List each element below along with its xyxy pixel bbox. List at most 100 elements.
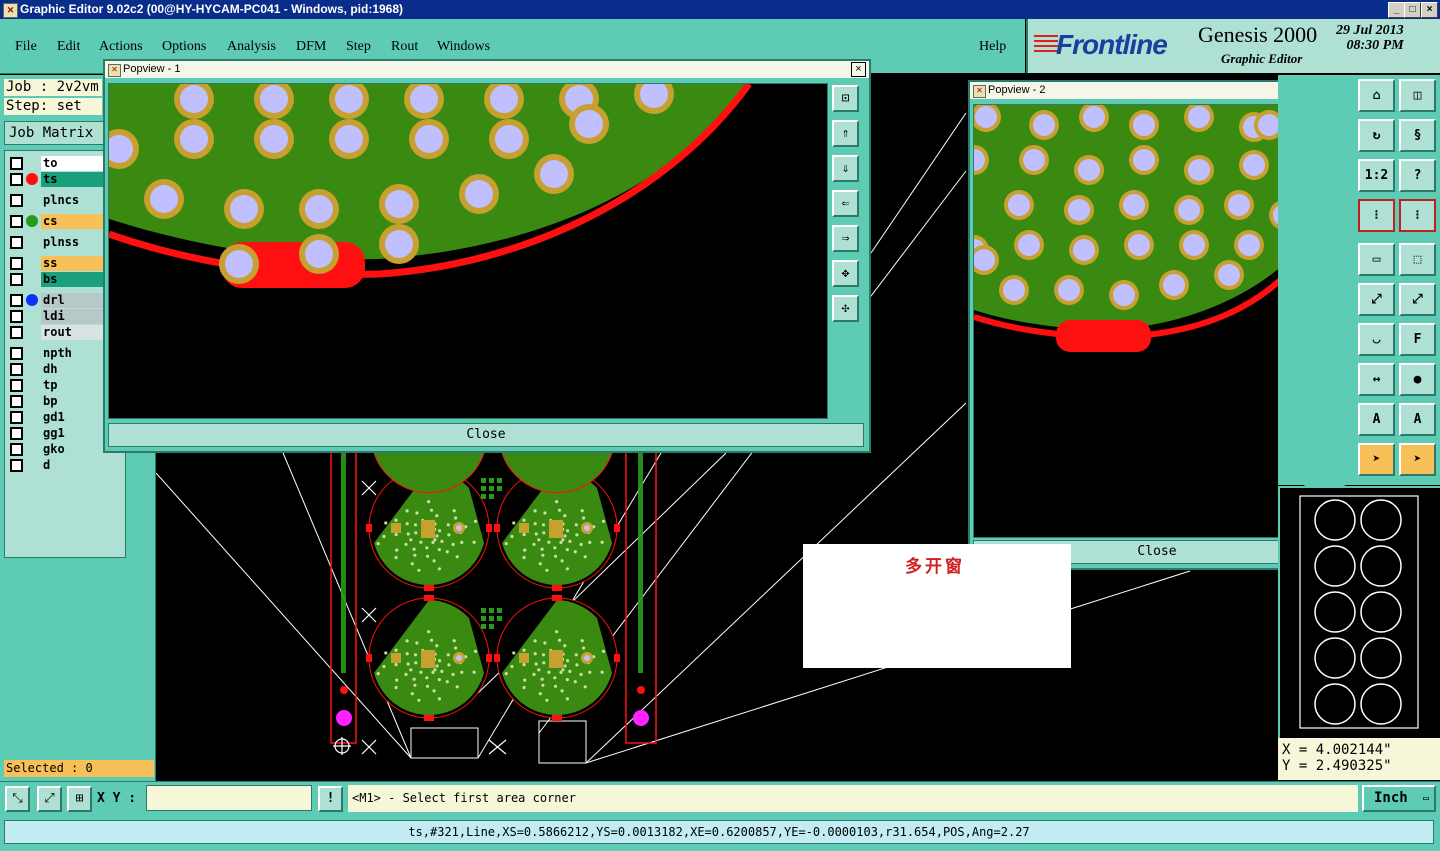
layer-checkbox[interactable] — [10, 157, 23, 170]
text-a2-icon[interactable]: A — [1399, 403, 1436, 436]
layer-name[interactable]: bs — [41, 272, 103, 287]
popview-fit-icon[interactable]: ✥ — [832, 260, 859, 287]
layer-name[interactable]: plnss — [41, 235, 103, 250]
layer-checkbox[interactable] — [10, 257, 23, 270]
layer-name[interactable]: cs — [41, 214, 103, 229]
close-window-button[interactable]: × — [1421, 2, 1438, 18]
maximize-button[interactable]: □ — [1404, 2, 1421, 18]
layer-checkbox[interactable] — [10, 294, 23, 307]
popview-1-close-icon[interactable]: × — [851, 62, 866, 77]
layer-checkbox[interactable] — [10, 443, 23, 456]
layer-name[interactable]: d — [41, 458, 103, 473]
minimize-button[interactable]: _ — [1388, 2, 1405, 18]
layer-name[interactable]: plncs — [41, 193, 103, 208]
menu-rout[interactable]: Rout — [391, 39, 418, 55]
netlist-compare-icon[interactable]: ⁝ — [1399, 199, 1436, 232]
connect-blue-icon[interactable]: ⤢ — [1399, 283, 1436, 316]
layer-checkbox[interactable] — [10, 236, 23, 249]
layer-checkbox[interactable] — [10, 411, 23, 424]
layer-checkbox[interactable] — [10, 215, 23, 228]
text-a-icon[interactable]: A — [1358, 403, 1395, 436]
popview-1-close-button[interactable]: Close — [108, 423, 864, 447]
layer-name[interactable]: ts — [41, 172, 103, 187]
frontline-logo-icon — [1034, 35, 1058, 55]
minimap[interactable] — [1278, 486, 1440, 740]
connect-icon[interactable]: ⤢ — [1358, 283, 1395, 316]
popview-pan-right-icon[interactable]: ⇒ — [832, 225, 859, 252]
arc-icon[interactable]: ◡ — [1358, 323, 1395, 356]
prompt-message: <M1> - Select first area corner — [348, 785, 1358, 812]
pointer-edit-icon[interactable]: ➤ — [1399, 443, 1436, 476]
layer-name[interactable]: gko — [41, 442, 103, 457]
layer-checkbox[interactable] — [10, 173, 23, 186]
home-icon[interactable]: ⌂ — [1358, 79, 1395, 112]
menu-actions[interactable]: Actions — [99, 39, 143, 55]
menu-dfm[interactable]: DFM — [296, 39, 326, 55]
mirror-icon[interactable]: § — [1399, 119, 1436, 152]
warning-button[interactable]: ! — [318, 786, 343, 812]
layer-name[interactable]: rout — [41, 325, 103, 340]
popview-1-tools: ⊡ ⇑ ⇓ ⇐ ⇒ ✥ ✣ — [829, 83, 865, 417]
layer-name[interactable]: drl — [41, 293, 103, 308]
menu-edit[interactable]: Edit — [57, 39, 80, 55]
split-view-icon[interactable]: ◫ — [1399, 79, 1436, 112]
layer-checkbox[interactable] — [10, 310, 23, 323]
select-area-icon[interactable]: ⬚ — [1399, 243, 1436, 276]
layer-checkbox[interactable] — [10, 379, 23, 392]
menu-step[interactable]: Step — [346, 39, 371, 55]
layer-name[interactable]: npth — [41, 346, 103, 361]
pointer-icon[interactable]: ➤ — [1358, 443, 1395, 476]
zoom-diagonal-icon[interactable]: ⤢ — [37, 786, 62, 812]
layer-name[interactable]: ldi — [41, 309, 103, 324]
layer-checkbox[interactable] — [10, 459, 23, 472]
grid-icon[interactable]: ⊞ — [67, 786, 92, 812]
menu-windows[interactable]: Windows — [437, 39, 490, 55]
menu-file[interactable]: File — [15, 39, 37, 55]
layer-name[interactable]: gg1 — [41, 426, 103, 441]
popview-2-view[interactable] — [973, 104, 1305, 538]
app-icon: ✕ — [3, 3, 18, 18]
stretch-icon[interactable]: ↔ — [1358, 363, 1395, 396]
scale-button[interactable]: 1:2 — [1358, 159, 1395, 192]
menu-options[interactable]: Options — [162, 39, 206, 55]
layer-name[interactable]: gd1 — [41, 410, 103, 425]
help-button[interactable]: ? — [1399, 159, 1436, 192]
popview-icon: ✕ — [108, 64, 121, 77]
layer-name[interactable]: to — [41, 156, 103, 171]
job-matrix-button[interactable]: Job Matrix — [4, 121, 108, 145]
layer-checkbox[interactable] — [10, 326, 23, 339]
layer-checkbox[interactable] — [10, 273, 23, 286]
layer-name[interactable]: ss — [41, 256, 103, 271]
popview-zoom-icon[interactable]: ⊡ — [832, 85, 859, 112]
ff-icon[interactable]: F — [1399, 323, 1436, 356]
window-title: Graphic Editor 9.02c2 (00@HY-HYCAM-PC041… — [20, 2, 404, 16]
layer-checkbox[interactable] — [10, 363, 23, 376]
layer-checkbox[interactable] — [10, 427, 23, 440]
layer-checkbox[interactable] — [10, 395, 23, 408]
popview-pan-up-icon[interactable]: ⇑ — [832, 120, 859, 147]
shapes-icon[interactable]: ● — [1399, 363, 1436, 396]
measure-icon[interactable]: ▭ — [1358, 243, 1395, 276]
layer-color-icon — [26, 215, 38, 227]
layer-row-d[interactable]: d — [5, 458, 127, 473]
layer-checkbox[interactable] — [10, 194, 23, 207]
units-selector[interactable]: Inch ▭ — [1362, 785, 1436, 812]
menu-analysis[interactable]: Analysis — [227, 39, 276, 55]
popview-1-view[interactable] — [108, 83, 828, 419]
time: 08:30 PM — [1346, 38, 1404, 53]
layer-name[interactable]: bp — [41, 394, 103, 409]
popview-pan-left-icon[interactable]: ⇐ — [832, 190, 859, 217]
xy-label: X Y : — [97, 791, 137, 806]
popview-pan-down-icon[interactable]: ⇓ — [832, 155, 859, 182]
popview-center-icon[interactable]: ✣ — [832, 295, 859, 322]
layer-name[interactable]: dh — [41, 362, 103, 377]
layer-name[interactable]: tp — [41, 378, 103, 393]
popview-2-drawing — [974, 105, 1304, 352]
xy-input[interactable] — [146, 785, 312, 811]
rotate-icon[interactable]: ↻ — [1358, 119, 1395, 152]
layer-checkbox[interactable] — [10, 347, 23, 360]
menu-help[interactable]: Help — [979, 39, 1006, 55]
units-label: Inch — [1374, 790, 1408, 806]
zoom-area-icon[interactable]: ⤡ — [5, 786, 30, 812]
netlist-icon[interactable]: ⁝ — [1358, 199, 1395, 232]
